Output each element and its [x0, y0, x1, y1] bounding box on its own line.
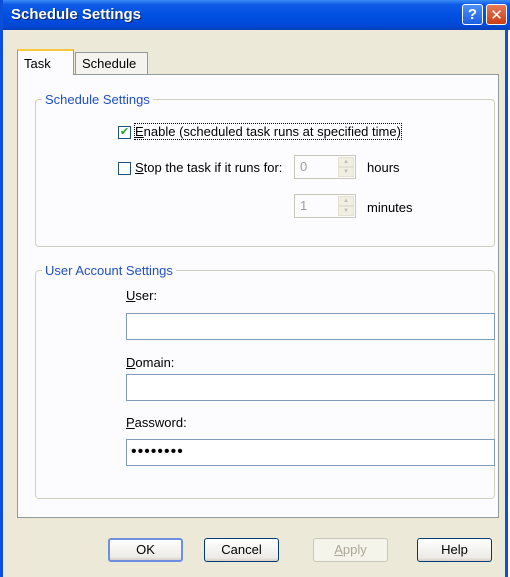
user-account-settings-legend: User Account Settings [42, 263, 176, 278]
minutes-unit-label: minutes [367, 200, 413, 215]
apply-button[interactable]: Apply [313, 538, 388, 562]
stop-task-checkbox[interactable] [118, 162, 131, 175]
minutes-spinner[interactable]: 1 ▲ ▼ [294, 194, 356, 218]
stop-task-label[interactable]: Stop the task if it runs for: [135, 160, 282, 175]
minutes-up-arrow-icon[interactable]: ▲ [338, 196, 354, 206]
hours-unit-label: hours [367, 160, 400, 175]
tab-schedule-label: Schedule [82, 56, 137, 71]
schedule-settings-legend: Schedule Settings [42, 92, 153, 107]
hours-spinner[interactable]: 0 ▲ ▼ [294, 155, 356, 179]
tab-task[interactable]: Task [17, 49, 74, 75]
minutes-down-arrow-icon[interactable]: ▼ [338, 206, 354, 216]
schedule-settings-group: Schedule Settings ✔ Enable (scheduled ta… [35, 92, 495, 247]
domain-label: Domain: [126, 355, 175, 370]
help-icon[interactable]: ? [462, 4, 483, 25]
help-button[interactable]: Help [417, 538, 492, 562]
user-account-settings-group: User Account Settings User: Domain: Pass… [35, 263, 495, 499]
ok-button[interactable]: OK [108, 538, 183, 562]
title-bar[interactable]: Schedule Settings ? ✕ [3, 0, 510, 30]
cancel-button[interactable]: Cancel [204, 538, 279, 562]
domain-input[interactable] [126, 374, 495, 401]
dialog-window: Schedule Settings ? ✕ Task Schedule Sche… [0, 0, 510, 577]
user-label: User: [126, 288, 158, 303]
enable-checkbox-label[interactable]: Enable (scheduled task runs at specified… [134, 123, 402, 140]
window-title: Schedule Settings [11, 6, 142, 23]
tab-task-label: Task [24, 56, 51, 71]
hours-down-arrow-icon[interactable]: ▼ [338, 167, 354, 177]
minutes-value: 1 [300, 198, 308, 213]
enable-checkbox[interactable]: ✔ [118, 126, 131, 139]
task-tab-panel: Schedule Settings ✔ Enable (scheduled ta… [17, 74, 499, 518]
hours-up-arrow-icon[interactable]: ▲ [338, 157, 354, 167]
password-input[interactable]: •••••••• [126, 439, 495, 466]
close-icon[interactable]: ✕ [486, 4, 507, 25]
hours-value: 0 [300, 159, 308, 174]
user-input[interactable] [126, 313, 495, 340]
password-label: Password: [126, 415, 187, 430]
tab-schedule[interactable]: Schedule [75, 52, 148, 74]
